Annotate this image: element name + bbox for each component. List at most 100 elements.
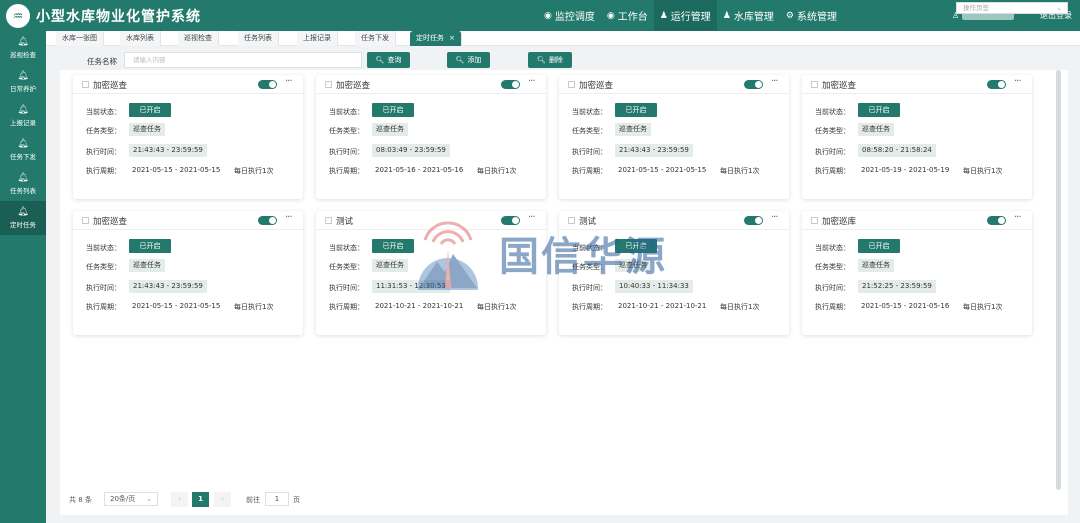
tab-task-list[interactable]: 任务列表 — [238, 31, 279, 46]
enable-toggle[interactable] — [258, 216, 277, 225]
sidebar-item-task-list[interactable]: 🔔︎ 任务列表 — [0, 167, 46, 201]
goto-page-input[interactable] — [265, 492, 289, 506]
task-card[interactable]: 加密巡查 ··· 当前状态： 已开启 任务类型： 巡查任务 执行时间： 21:4… — [73, 211, 303, 335]
close-icon[interactable]: × — [449, 34, 455, 42]
sidebar-item-scheduled-tasks[interactable]: 🔔︎ 定时任务 — [0, 201, 46, 235]
topnav-workbench[interactable]: ◉ 工作台 — [601, 0, 654, 31]
card-checkbox[interactable] — [325, 217, 332, 224]
task-card[interactable]: 加密巡查 ··· 当前状态： 已开启 任务类型： 巡查任务 执行时间： 21:4… — [559, 75, 789, 199]
topnav-system[interactable]: ⚙ 系统管理 — [780, 0, 843, 31]
tab-scheduled-tasks[interactable]: 定时任务 × — [410, 31, 462, 46]
enable-toggle[interactable] — [501, 80, 520, 89]
prev-page-button[interactable]: ‹ — [171, 492, 188, 507]
search-label: 任务名称 — [87, 57, 117, 66]
more-icon[interactable]: ··· — [285, 76, 292, 87]
exec-time-tag: 21:52:25 - 23:59:59 — [858, 280, 936, 293]
tab-reservoir-map[interactable]: 水库一张图 — [56, 31, 104, 46]
card-checkbox[interactable] — [811, 217, 818, 224]
more-icon[interactable]: ··· — [528, 212, 535, 223]
person-icon: ♟ — [722, 10, 731, 21]
task-type-tag: 巡查任务 — [372, 259, 408, 272]
sidebar-item-reports[interactable]: 🔔︎ 上报记录 — [0, 99, 46, 133]
enable-toggle[interactable] — [744, 80, 763, 89]
tab-reservoir-list[interactable]: 水库列表 — [120, 31, 161, 46]
more-icon[interactable]: ··· — [1014, 212, 1021, 223]
card-checkbox[interactable] — [811, 81, 818, 88]
pagination-total: 共 8 条 — [69, 496, 92, 504]
tab-label: 定时任务 — [416, 34, 444, 42]
chevron-down-icon: ⌄ — [146, 495, 152, 503]
card-title: 加密巡查 — [93, 81, 128, 91]
topnav-operation[interactable]: ♟ 运行管理 — [653, 0, 717, 31]
card-title: 加密巡库 — [822, 217, 857, 227]
enable-toggle[interactable] — [987, 216, 1006, 225]
type-label: 任务类型： — [815, 127, 850, 135]
more-icon[interactable]: ··· — [771, 76, 778, 87]
more-icon[interactable]: ··· — [285, 212, 292, 223]
task-card[interactable]: 测试 ··· 当前状态： 已开启 任务类型： 巡查任务 执行时间： 11:31:… — [316, 211, 546, 335]
exec-frequency: 每日执行1次 — [963, 303, 1003, 311]
period-label: 执行周期： — [329, 303, 364, 311]
add-button[interactable]: 🔍︎ 添加 — [447, 52, 490, 68]
task-card[interactable]: 加密巡查 ··· 当前状态： 已开启 任务类型： 巡查任务 执行时间： 21:4… — [73, 75, 303, 199]
exec-period: 2021-05-15 - 2021-05-16 — [861, 302, 950, 310]
query-button[interactable]: 🔍︎ 查询 — [367, 52, 410, 68]
page-number-current[interactable]: 1 — [192, 492, 209, 507]
task-card[interactable]: 加密巡库 ··· 当前状态： 已开启 任务类型： 巡查任务 执行时间： 21:5… — [802, 211, 1032, 335]
card-header: 测试 ··· — [316, 211, 546, 230]
status-badge: 已开启 — [129, 239, 171, 253]
vertical-scrollbar[interactable] — [1056, 70, 1061, 490]
exec-period: 2021-05-15 - 2021-05-15 — [132, 166, 221, 174]
chevron-down-icon: ⌄ — [1056, 4, 1062, 12]
sidebar-item-patrol[interactable]: 🔔︎ 巡视检查 — [0, 31, 46, 65]
task-card[interactable]: 测试 ··· 当前状态： 已开启 任务类型： 巡查任务 执行时间： 10:40:… — [559, 211, 789, 335]
card-checkbox[interactable] — [325, 81, 332, 88]
task-type-tag: 巡查任务 — [615, 259, 651, 272]
type-label: 任务类型： — [572, 263, 607, 271]
status-label: 当前状态： — [86, 108, 121, 116]
enable-toggle[interactable] — [987, 80, 1006, 89]
bell-icon: 🔔︎ — [17, 173, 29, 183]
enable-toggle[interactable] — [258, 80, 277, 89]
type-label: 任务类型： — [329, 263, 364, 271]
goto-label: 前往 — [246, 496, 260, 504]
tab-patrol[interactable]: 巡视检查 — [178, 31, 219, 46]
tab-dispatch[interactable]: 任务下发 — [355, 31, 396, 46]
top-nav: ◉ 监控调度 ◉ 工作台 ♟ 运行管理 ♟ 水库管理 ⚙ 系统管理 — [538, 0, 843, 31]
more-icon[interactable]: ··· — [1014, 76, 1021, 87]
card-checkbox[interactable] — [82, 217, 89, 224]
topnav-reservoir[interactable]: ♟ 水库管理 — [717, 0, 780, 31]
next-page-button[interactable]: › — [214, 492, 231, 507]
delete-button[interactable]: 🔍︎ 删除 — [528, 52, 572, 68]
exec-period: 2021-05-19 - 2021-05-19 — [861, 166, 950, 174]
tab-reports[interactable]: 上报记录 — [297, 31, 338, 46]
status-badge: 已开启 — [858, 239, 900, 253]
enable-toggle[interactable] — [501, 216, 520, 225]
time-label: 执行时间： — [572, 148, 607, 156]
status-badge: 已开启 — [372, 239, 414, 253]
task-type-tag: 巡查任务 — [372, 123, 408, 136]
type-label: 任务类型： — [86, 127, 121, 135]
exec-time-tag: 08:03:49 - 23:59:59 — [372, 144, 450, 157]
search-icon: 🔍︎ — [455, 56, 465, 64]
enable-toggle[interactable] — [744, 216, 763, 225]
tab-operations-select[interactable]: 操作页签 ⌄ — [956, 2, 1068, 14]
app-title: 小型水库物业化管护系统 — [36, 9, 201, 25]
search-input[interactable] — [124, 52, 362, 68]
card-checkbox[interactable] — [568, 81, 575, 88]
card-header: 加密巡查 ··· — [73, 75, 303, 94]
topnav-monitor[interactable]: ◉ 监控调度 — [538, 0, 601, 31]
sidebar-item-label: 日常养护 — [10, 85, 36, 93]
card-checkbox[interactable] — [82, 81, 89, 88]
exec-time-tag: 21:43:43 - 23:59:59 — [129, 144, 207, 157]
sidebar-item-label: 任务下发 — [10, 153, 36, 161]
more-icon[interactable]: ··· — [771, 212, 778, 223]
page-size-select[interactable]: 20条/页 ⌄ — [104, 492, 158, 506]
more-icon[interactable]: ··· — [528, 76, 535, 87]
task-card[interactable]: 加密巡查 ··· 当前状态： 已开启 任务类型： 巡查任务 执行时间： 08:5… — [802, 75, 1032, 199]
sidebar-item-maintenance[interactable]: 🔔︎ 日常养护 — [0, 65, 46, 99]
task-card[interactable]: 加密巡查 ··· 当前状态： 已开启 任务类型： 巡查任务 执行时间： 08:0… — [316, 75, 546, 199]
sidebar-item-dispatch[interactable]: 🔔︎ 任务下发 — [0, 133, 46, 167]
topnav-label: 系统管理 — [796, 12, 837, 23]
card-checkbox[interactable] — [568, 217, 575, 224]
